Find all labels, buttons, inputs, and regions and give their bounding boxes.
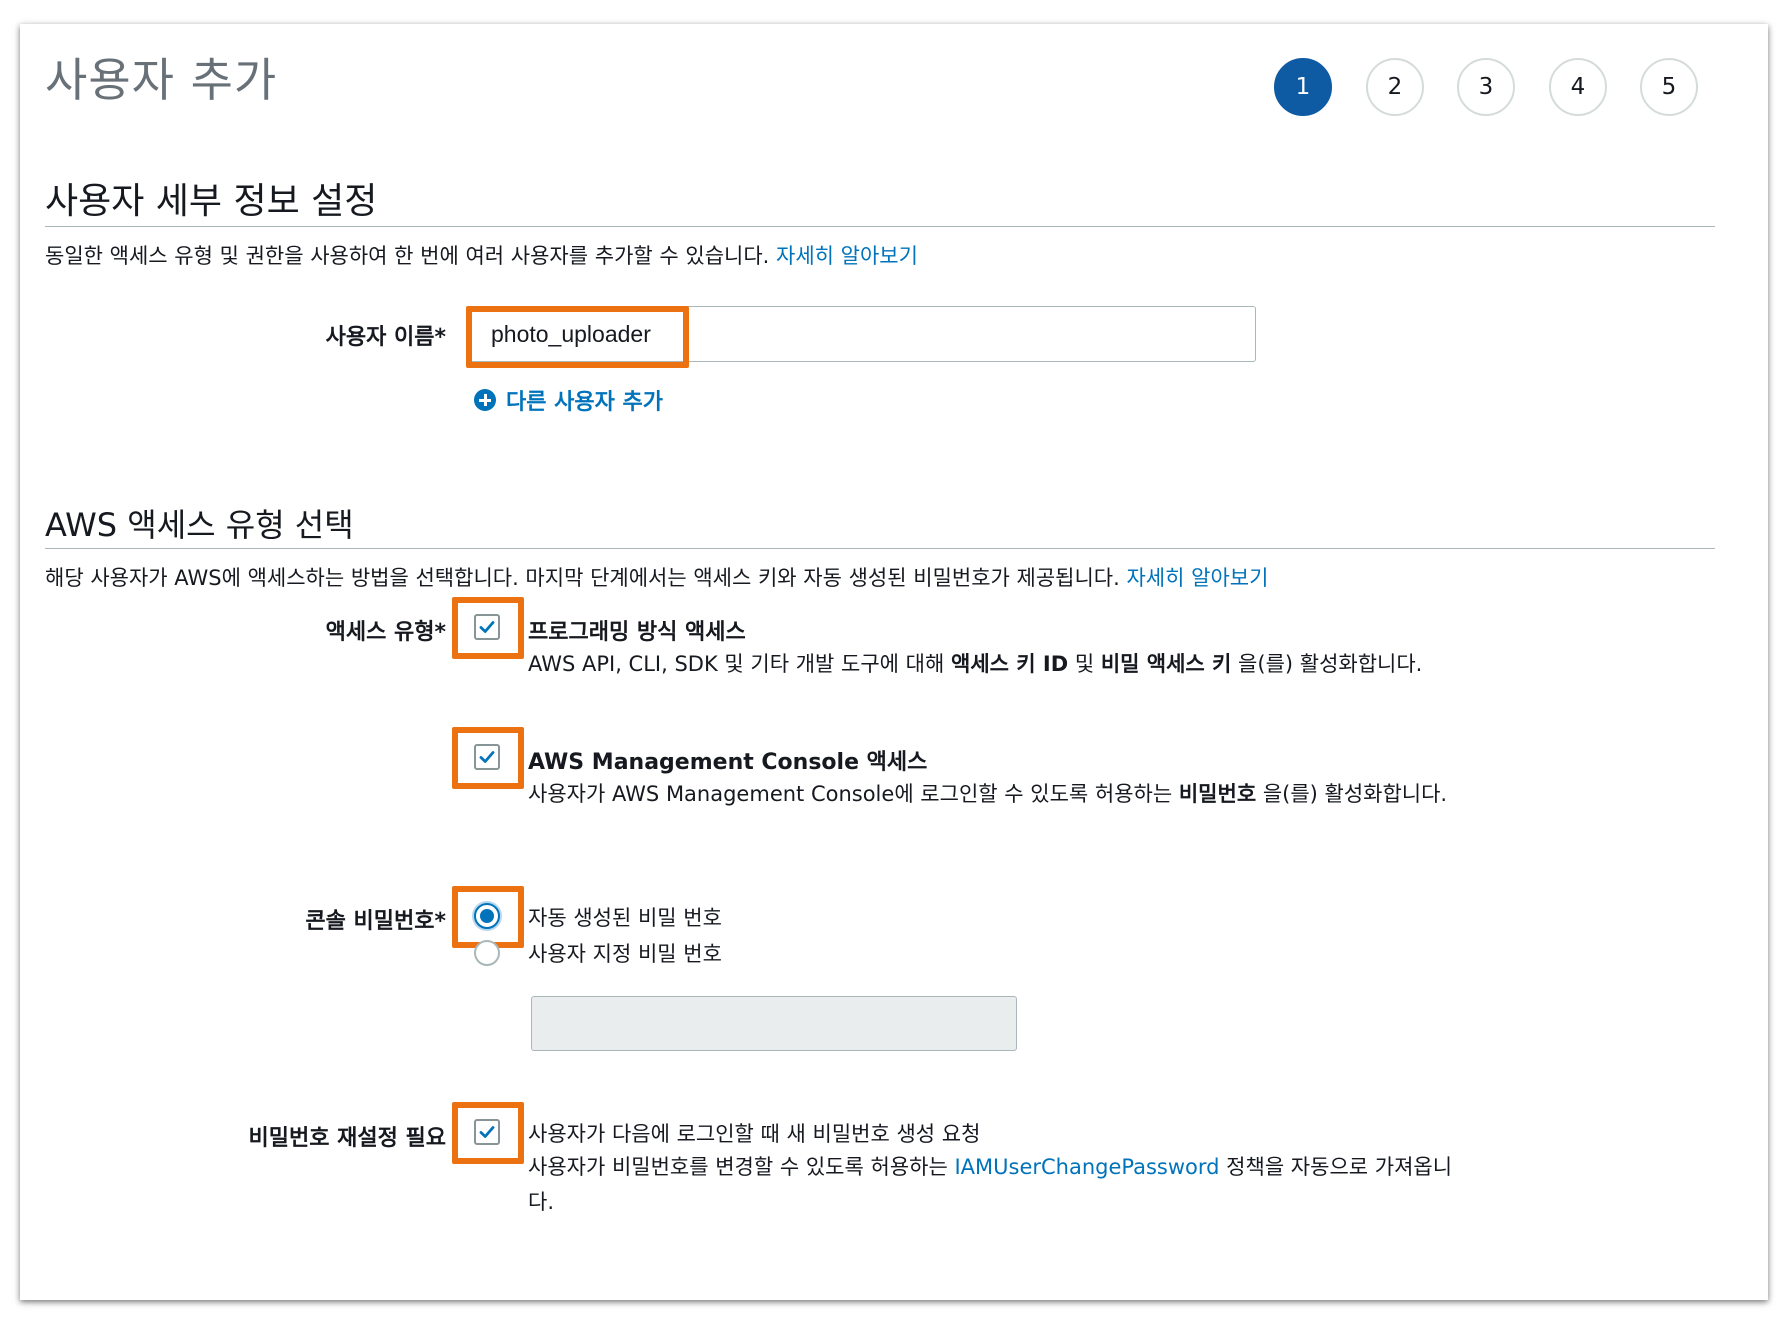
radio-selected-dot xyxy=(480,909,494,923)
password-reset-checkbox[interactable] xyxy=(474,1119,500,1145)
section-divider xyxy=(45,226,1715,227)
step-3[interactable]: 3 xyxy=(1457,58,1515,116)
learn-more-link[interactable]: 자세히 알아보기 xyxy=(776,244,918,268)
plus-circle-icon xyxy=(474,389,496,411)
access-type-label: 액세스 유형* xyxy=(325,620,446,645)
user-details-description: 동일한 액세스 유형 및 권한을 사용하여 한 번에 여러 사용자를 추가할 수… xyxy=(45,244,918,268)
checkmark-icon xyxy=(479,1126,495,1138)
console-password-label: 콘솔 비밀번호* xyxy=(305,909,446,934)
console-access-title: AWS Management Console 액세스 xyxy=(528,750,928,775)
programmatic-access-title: 프로그래밍 방식 액세스 xyxy=(528,620,746,645)
autogenerated-password-radio[interactable] xyxy=(474,903,500,929)
step-2[interactable]: 2 xyxy=(1366,58,1424,116)
username-label: 사용자 이름* xyxy=(325,325,446,350)
learn-more-link[interactable]: 자세히 알아보기 xyxy=(1126,566,1268,590)
checkmark-icon xyxy=(479,751,495,763)
step-4[interactable]: 4 xyxy=(1549,58,1607,116)
password-reset-text: 사용자가 다음에 로그인할 때 새 비밀번호 생성 요청 xyxy=(528,1122,981,1146)
add-another-user-label: 다른 사용자 추가 xyxy=(506,390,663,415)
custom-password-radio[interactable] xyxy=(474,940,500,966)
access-type-description: 해당 사용자가 AWS에 액세스하는 방법을 선택합니다. 마지막 단계에서는 … xyxy=(45,566,1269,590)
password-reset-policy-text: 사용자가 비밀번호를 변경할 수 있도록 허용하는 IAMUserChangeP… xyxy=(528,1155,1453,1214)
autogenerated-password-label: 자동 생성된 비밀 번호 xyxy=(528,906,722,930)
section-divider xyxy=(45,548,1715,549)
iam-user-change-password-link[interactable]: IAMUserChangePassword xyxy=(954,1155,1219,1179)
step-5[interactable]: 5 xyxy=(1640,58,1698,116)
password-reset-label: 비밀번호 재설정 필요 xyxy=(248,1126,446,1151)
console-access-description: 사용자가 AWS Management Console에 로그인할 수 있도록 … xyxy=(528,782,1448,806)
username-highlight xyxy=(466,306,689,368)
add-another-user-button[interactable]: 다른 사용자 추가 xyxy=(474,384,663,416)
user-details-heading: 사용자 세부 정보 설정 xyxy=(45,181,378,222)
checkmark-icon xyxy=(479,621,495,633)
page-title: 사용자 추가 xyxy=(45,53,278,107)
programmatic-access-checkbox[interactable] xyxy=(474,614,500,640)
custom-password-label: 사용자 지정 비밀 번호 xyxy=(528,942,722,966)
step-1[interactable]: 1 xyxy=(1274,58,1332,116)
custom-password-input[interactable] xyxy=(531,996,1017,1051)
access-type-heading: AWS 액세스 유형 선택 xyxy=(45,506,354,544)
console-access-checkbox[interactable] xyxy=(474,744,500,770)
programmatic-access-description: AWS API, CLI, SDK 및 기타 개발 도구에 대해 액세스 키 I… xyxy=(528,652,1423,676)
